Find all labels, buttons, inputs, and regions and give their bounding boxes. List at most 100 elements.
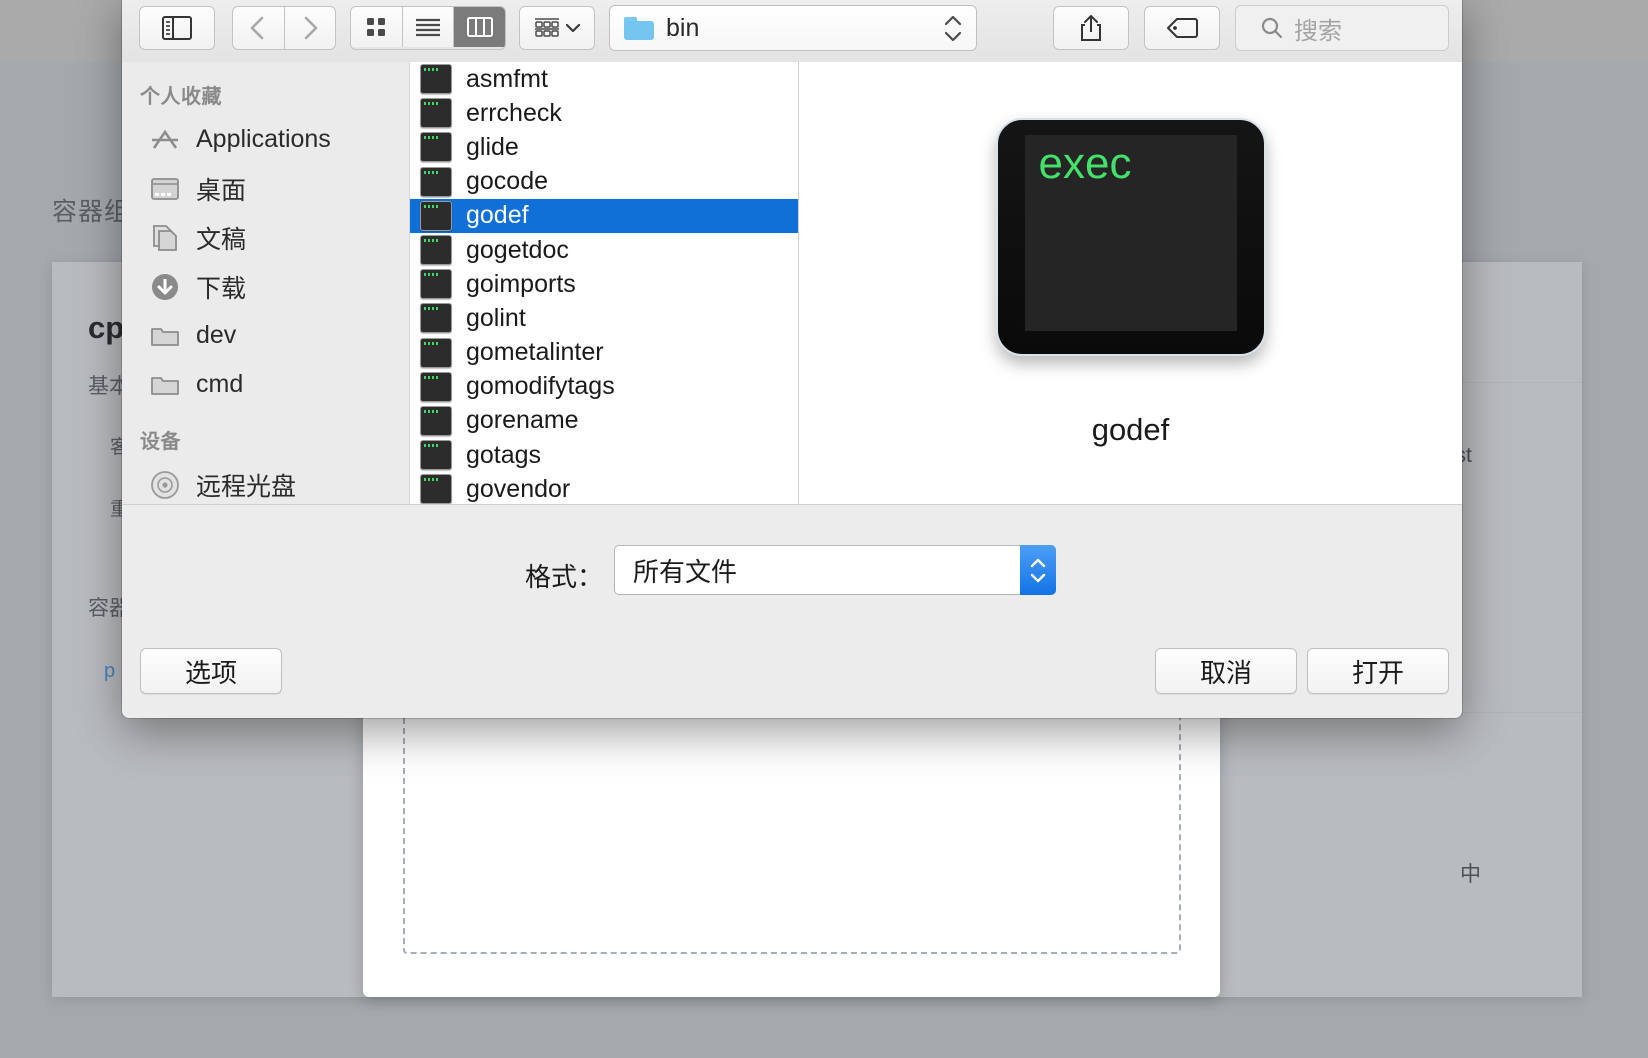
preview-column: exec godef: [799, 62, 1462, 504]
arrange-icon: [534, 17, 560, 39]
path-label: bin: [666, 14, 699, 43]
executable-icon: [420, 132, 452, 162]
executable-icon: [420, 303, 452, 333]
browse-area: 个人收藏 Applications: [122, 62, 1462, 504]
path-popup-button[interactable]: bin: [609, 5, 977, 51]
finder-sidebar: 个人收藏 Applications: [122, 62, 410, 504]
sidebar-toggle-button[interactable]: [139, 6, 215, 50]
file-name: gocode: [466, 167, 548, 196]
file-list-item[interactable]: gotags: [410, 438, 798, 472]
executable-icon: [420, 235, 452, 265]
forward-button[interactable]: [284, 6, 337, 50]
executable-icon: [420, 98, 452, 128]
file-list-item[interactable]: glide: [410, 130, 798, 164]
file-name: godef: [466, 201, 529, 230]
folder-icon: [624, 17, 654, 40]
format-value: 所有文件: [633, 552, 737, 589]
folder-icon: [148, 321, 182, 351]
sidebar-item-applications[interactable]: Applications: [122, 115, 409, 164]
share-button[interactable]: [1053, 6, 1129, 50]
executable-icon: [420, 338, 452, 368]
executable-icon: [420, 167, 452, 197]
file-list-item[interactable]: gogetdoc: [410, 233, 798, 267]
file-list-item[interactable]: golint: [410, 301, 798, 335]
tag-button[interactable]: [1144, 6, 1220, 50]
downloads-icon: [148, 272, 182, 302]
sidebar-toggle-icon: [162, 16, 192, 40]
executable-icon: [420, 372, 452, 402]
screen: 容器组 cp 基本 客 重 容器 p ame/Host 中 点击或将文件拖拽到此…: [0, 0, 1648, 1058]
preview-icon-text: exec: [1025, 135, 1237, 331]
background-status-text: 中: [1460, 858, 1481, 888]
applications-icon: [148, 125, 182, 155]
column-view-icon: [467, 17, 493, 37]
file-list-item[interactable]: gorename: [410, 404, 798, 438]
sidebar-item-dev[interactable]: dev: [122, 311, 409, 360]
grid-view-icon: [365, 16, 387, 38]
documents-icon: [148, 223, 182, 253]
sidebar-item-documents[interactable]: 文稿: [122, 213, 409, 262]
file-list-item[interactable]: gometalinter: [410, 336, 798, 370]
executable-icon: [420, 201, 452, 231]
sidebar-item-desktop[interactable]: 桌面: [122, 164, 409, 213]
view-icon-button[interactable]: [351, 7, 403, 47]
file-list-column[interactable]: asmfmt errcheck glide gocode godef goget…: [410, 62, 799, 504]
preview-executable-icon: exec: [996, 118, 1266, 356]
file-name: golint: [466, 304, 526, 333]
sidebar-item-label: cmd: [196, 370, 243, 399]
list-view-icon: [415, 17, 441, 37]
tag-icon: [1166, 17, 1198, 39]
sidebar-item-downloads[interactable]: 下载: [122, 262, 409, 311]
file-name: errcheck: [466, 99, 562, 128]
desktop-icon: [148, 174, 182, 204]
view-column-button[interactable]: [454, 7, 505, 47]
search-icon: [1260, 16, 1284, 40]
executable-icon: [420, 406, 452, 436]
open-button[interactable]: 打开: [1307, 648, 1449, 694]
background-page-title: 容器组: [52, 192, 130, 228]
format-popup-button[interactable]: 所有文件: [614, 545, 1056, 595]
preview-file-name: godef: [1092, 412, 1170, 448]
background-link[interactable]: p: [104, 660, 115, 683]
options-button[interactable]: 选项: [140, 648, 282, 694]
file-list-item[interactable]: gocode: [410, 165, 798, 199]
chevron-right-icon: [301, 15, 319, 41]
sidebar-item-label: dev: [196, 321, 236, 350]
sidebar-item-label: 桌面: [196, 171, 246, 207]
cancel-button[interactable]: 取消: [1155, 648, 1297, 694]
sidebar-item-label: 远程光盘: [196, 467, 296, 503]
file-name: glide: [466, 133, 519, 162]
executable-icon: [420, 64, 452, 94]
chevron-left-icon: [249, 15, 267, 41]
view-list-button[interactable]: [403, 7, 455, 47]
arrange-button[interactable]: [519, 6, 595, 50]
share-icon: [1079, 14, 1103, 42]
file-list-item[interactable]: govendor: [410, 472, 798, 504]
updown-stepper-icon: [944, 15, 962, 42]
file-name: govendor: [466, 475, 570, 504]
file-name: goimports: [466, 270, 576, 299]
sidebar-item-cmd[interactable]: cmd: [122, 360, 409, 409]
search-placeholder: 搜索: [1294, 11, 1342, 46]
file-list-item[interactable]: asmfmt: [410, 62, 798, 96]
sidebar-item-label: 下载: [196, 269, 246, 305]
executable-icon: [420, 269, 452, 299]
sidebar-item-label: 文稿: [196, 220, 246, 256]
file-list-item[interactable]: gomodifytags: [410, 370, 798, 404]
file-name: gorename: [466, 406, 579, 435]
chevron-down-icon: [565, 23, 581, 33]
view-mode-group: [350, 6, 506, 50]
search-input[interactable]: 搜索: [1235, 5, 1449, 51]
file-list-item[interactable]: errcheck: [410, 96, 798, 130]
sidebar-section-header-devices: 设备: [122, 409, 409, 460]
back-button[interactable]: [232, 6, 284, 50]
folder-icon: [148, 370, 182, 400]
open-file-dialog: bin: [122, 0, 1462, 718]
sidebar-item-remote-disc[interactable]: 远程光盘: [122, 460, 409, 504]
file-list-item[interactable]: goimports: [410, 267, 798, 301]
file-name: asmfmt: [466, 65, 548, 94]
updown-stepper-icon: [1020, 545, 1056, 595]
file-list-item-selected[interactable]: godef: [410, 199, 798, 233]
file-name: gotags: [466, 441, 541, 470]
finder-toolbar: bin: [122, 0, 1462, 63]
